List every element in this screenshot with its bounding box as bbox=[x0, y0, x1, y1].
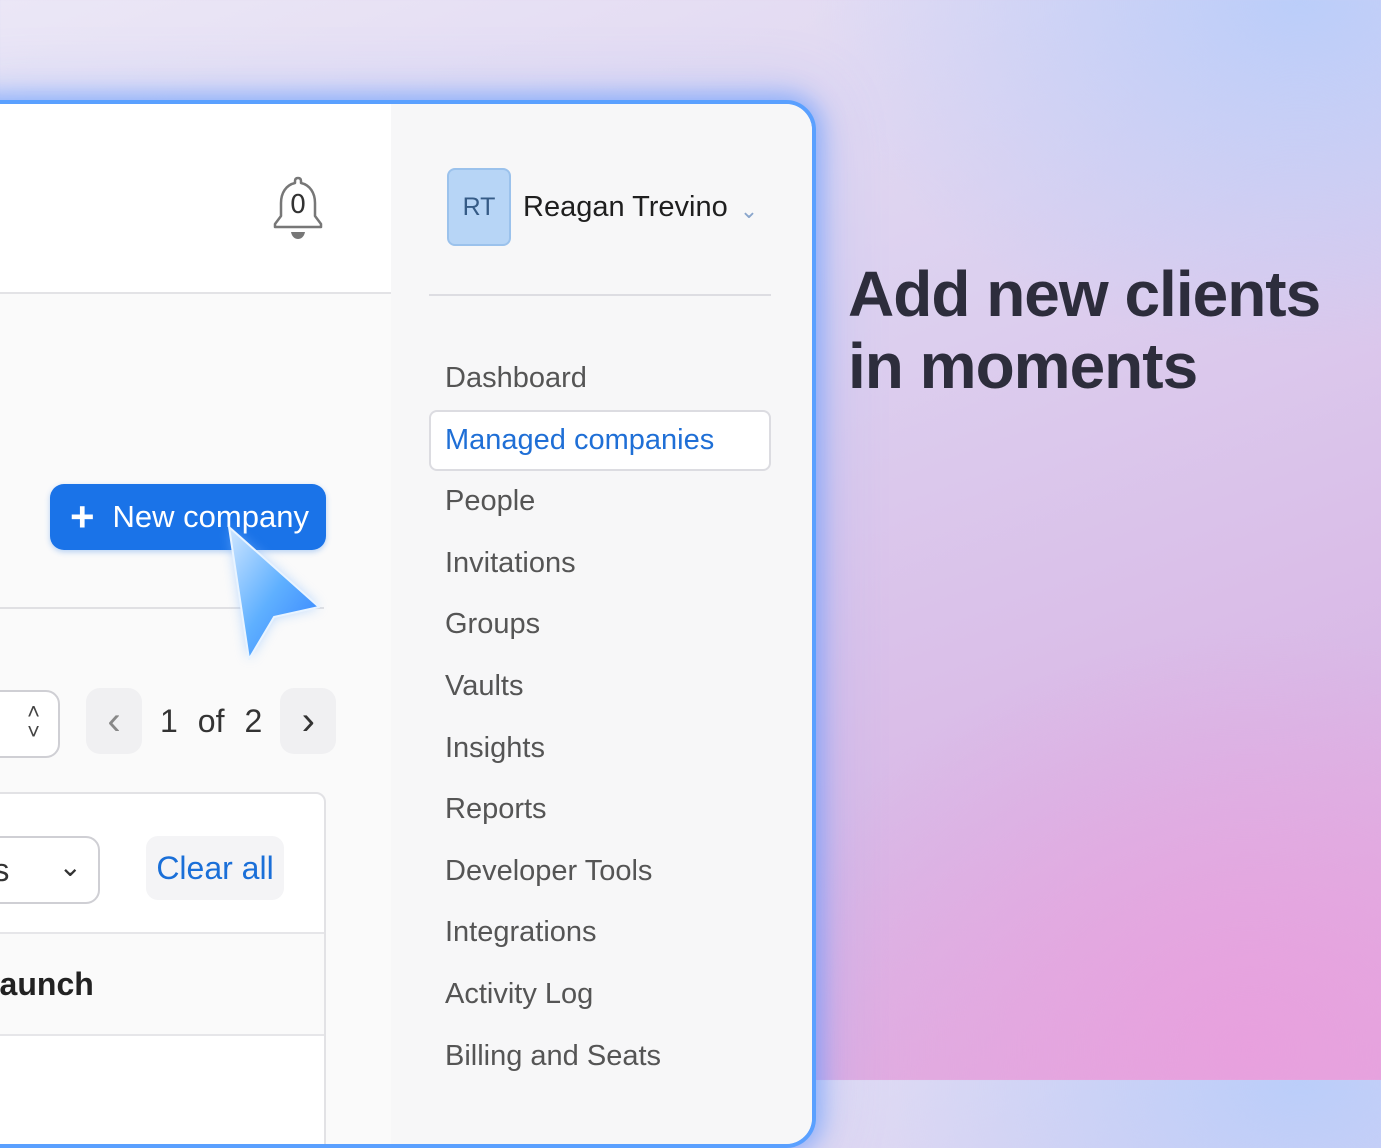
table-divider bbox=[0, 1034, 324, 1036]
pagination: ‹ 1 of 2 › bbox=[86, 688, 337, 754]
chevron-down-icon: ⌄ bbox=[58, 851, 82, 882]
previous-page-button[interactable]: ‹ bbox=[86, 688, 142, 754]
status-filter-select[interactable]: tatus ⌄ bbox=[0, 836, 100, 904]
main-content: 0 + New company ˄ ˅ ‹ 1 of 2 › ⌄ Clear a… bbox=[0, 104, 391, 1144]
clear-all-button[interactable]: Clear all bbox=[146, 836, 284, 900]
sidebar-item-dashboard[interactable]: Dashboard bbox=[429, 348, 771, 410]
headline-line-2: in moments bbox=[848, 330, 1198, 402]
sidebar-item-reports[interactable]: Reports bbox=[429, 779, 771, 841]
sidebar-nav: Dashboard Managed companies People Invit… bbox=[429, 348, 771, 1087]
sidebar-item-managed-companies[interactable]: Managed companies bbox=[429, 409, 771, 472]
marketing-headline: Add new clients in moments bbox=[848, 258, 1368, 402]
top-bar: 0 bbox=[0, 104, 391, 294]
headline-line-1: Add new clients bbox=[848, 258, 1321, 330]
up-down-chevron-icon: ˄ ˅ bbox=[27, 699, 40, 744]
notification-count: 0 bbox=[289, 190, 307, 220]
total-pages: 2 bbox=[244, 702, 263, 739]
sidebar-item-people[interactable]: People bbox=[429, 471, 771, 533]
current-page: 1 bbox=[160, 702, 178, 739]
user-menu[interactable]: RT Reagan Trevino ⌄ bbox=[447, 168, 758, 246]
rows-per-page-select[interactable]: ˄ ˅ bbox=[0, 690, 60, 758]
app-window: 0 + New company ˄ ˅ ‹ 1 of 2 › ⌄ Clear a… bbox=[0, 100, 816, 1148]
sidebar-item-billing-and-seats[interactable]: Billing and Seats bbox=[429, 1026, 771, 1088]
sidebar-item-insights[interactable]: Insights bbox=[429, 718, 771, 780]
table-row[interactable]: Launch bbox=[0, 934, 324, 1034]
cursor-pointer-icon bbox=[228, 526, 320, 660]
sidebar-item-integrations[interactable]: Integrations bbox=[429, 902, 771, 964]
sidebar-item-vaults[interactable]: Vaults bbox=[429, 656, 771, 718]
next-page-button[interactable]: › bbox=[280, 688, 337, 754]
sidebar-item-invitations[interactable]: Invitations bbox=[429, 533, 771, 595]
chevron-down-icon: ⌄ bbox=[739, 198, 759, 223]
table-cell-name: Launch bbox=[0, 966, 94, 1002]
status-filter-label: tatus bbox=[0, 852, 9, 889]
of-label: of bbox=[197, 702, 225, 739]
sidebar-item-activity-log[interactable]: Activity Log bbox=[429, 964, 771, 1026]
chevron-left-icon: ‹ bbox=[107, 698, 121, 743]
user-name: Reagan Trevino bbox=[523, 190, 728, 223]
page-indicator: 1 of 2 bbox=[160, 703, 262, 740]
avatar: RT bbox=[447, 168, 511, 246]
sidebar-divider bbox=[429, 294, 771, 296]
plus-icon: + bbox=[70, 493, 95, 540]
sidebar-item-groups[interactable]: Groups bbox=[429, 594, 771, 656]
sidebar: RT Reagan Trevino ⌄ Dashboard Managed co… bbox=[391, 104, 812, 1144]
sidebar-item-developer-tools[interactable]: Developer Tools bbox=[429, 841, 771, 903]
chevron-right-icon: › bbox=[301, 698, 315, 743]
notifications-bell-icon[interactable]: 0 bbox=[270, 172, 326, 242]
companies-table-card: tatus ⌄ Clear all Launch bbox=[0, 792, 326, 1144]
